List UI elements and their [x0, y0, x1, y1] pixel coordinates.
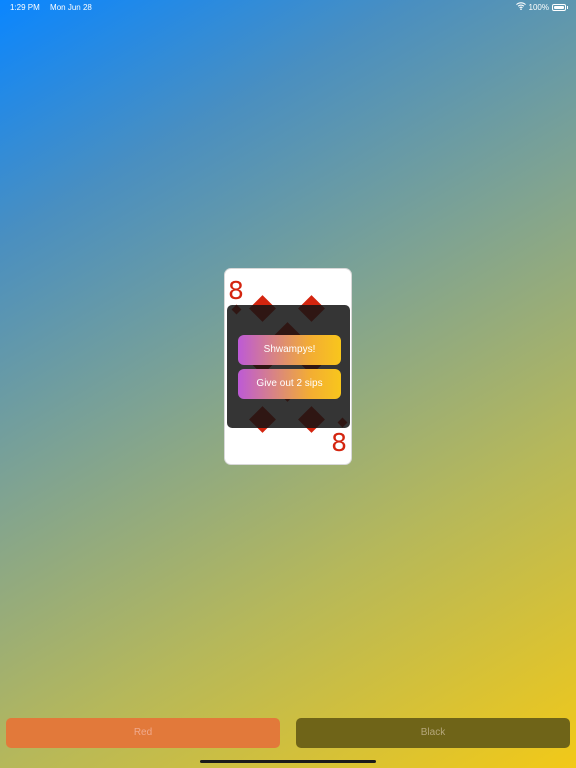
status-left: 1:29 PM Mon Jun 28	[10, 3, 92, 12]
give-out-sips-button[interactable]: Give out 2 sips	[238, 369, 341, 399]
card-rank-top: 8	[228, 276, 244, 305]
red-button[interactable]: Red	[6, 718, 280, 748]
status-time: 1:29 PM	[10, 3, 40, 12]
card-rank-bottom: 8	[331, 428, 347, 457]
shwampys-button[interactable]: Shwampys!	[238, 335, 341, 365]
black-button[interactable]: Black	[296, 718, 570, 748]
home-indicator[interactable]	[200, 760, 376, 763]
card-action-overlay: Shwampys! Give out 2 sips	[227, 305, 350, 428]
battery-icon	[552, 3, 568, 11]
battery-fill	[554, 5, 564, 9]
battery-percent: 100%	[528, 2, 549, 12]
status-right: 100%	[515, 2, 568, 12]
playing-card: 8 8 Shwampys! Give out 2 sips	[224, 268, 352, 465]
status-bar: 1:29 PM Mon Jun 28 100%	[0, 0, 576, 14]
wifi-icon	[515, 2, 526, 12]
status-date: Mon Jun 28	[50, 3, 92, 12]
